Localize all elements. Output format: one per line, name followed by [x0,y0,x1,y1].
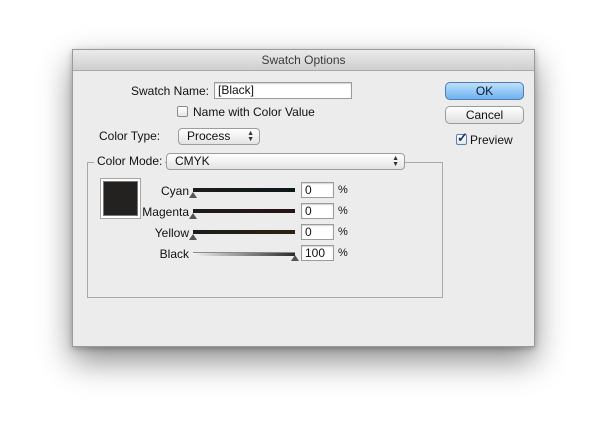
yellow-value-field[interactable]: 0 [301,224,334,240]
black-slider-thumb[interactable] [291,255,299,261]
updown-arrows-icon: ▲ ▼ [392,155,399,168]
cancel-button[interactable]: Cancel [445,106,524,124]
cyan-slider-thumb[interactable] [189,192,197,198]
yellow-slider[interactable] [189,225,295,241]
color-type-label: Color Type: [99,129,161,143]
checkmark-icon: ✓ [457,130,468,145]
yellow-percent-label: % [338,226,348,238]
magenta-percent-label: % [338,205,348,217]
name-with-color-value-checkbox[interactable] [177,106,188,117]
yellow-slider-track [193,230,295,234]
magenta-slider[interactable] [189,204,295,220]
updown-arrows-icon: ▲ ▼ [247,130,254,143]
magenta-label: Magenta [142,205,189,219]
yellow-slider-thumb[interactable] [189,234,197,240]
color-mode-label: Color Mode: [94,154,166,168]
cyan-slider[interactable] [189,183,295,199]
yellow-label: Yellow [154,226,189,240]
swatch-name-label: Swatch Name: [130,84,209,98]
color-type-popup[interactable]: Process ▲ ▼ [178,128,260,145]
black-value-field[interactable]: 100 [301,245,334,261]
black-percent-label: % [338,247,348,259]
cyan-percent-label: % [338,184,348,196]
window-title: Swatch Options [73,50,534,71]
magenta-slider-thumb[interactable] [189,213,197,219]
magenta-value-field[interactable]: 0 [301,203,334,219]
black-slider[interactable] [193,246,299,262]
black-slider-track [193,252,295,256]
color-mode-value: CMYK [175,154,210,168]
black-label: Black [159,247,189,261]
cyan-slider-track [193,188,295,192]
color-mode-popup[interactable]: CMYK ▲ ▼ [166,153,405,170]
ok-button[interactable]: OK [445,82,524,100]
cyan-value-field[interactable]: 0 [301,182,334,198]
preview-label: Preview [470,133,513,147]
preview-checkbox[interactable]: ✓ [456,130,468,145]
swatch-options-dialog: Swatch Options Swatch Name: [Black] Name… [72,49,535,347]
swatch-name-field[interactable]: [Black] [214,82,352,99]
cyan-label: Cyan [160,184,189,198]
magenta-slider-track [193,209,295,213]
color-type-value: Process [187,129,231,143]
name-with-color-value-label: Name with Color Value [193,105,315,119]
